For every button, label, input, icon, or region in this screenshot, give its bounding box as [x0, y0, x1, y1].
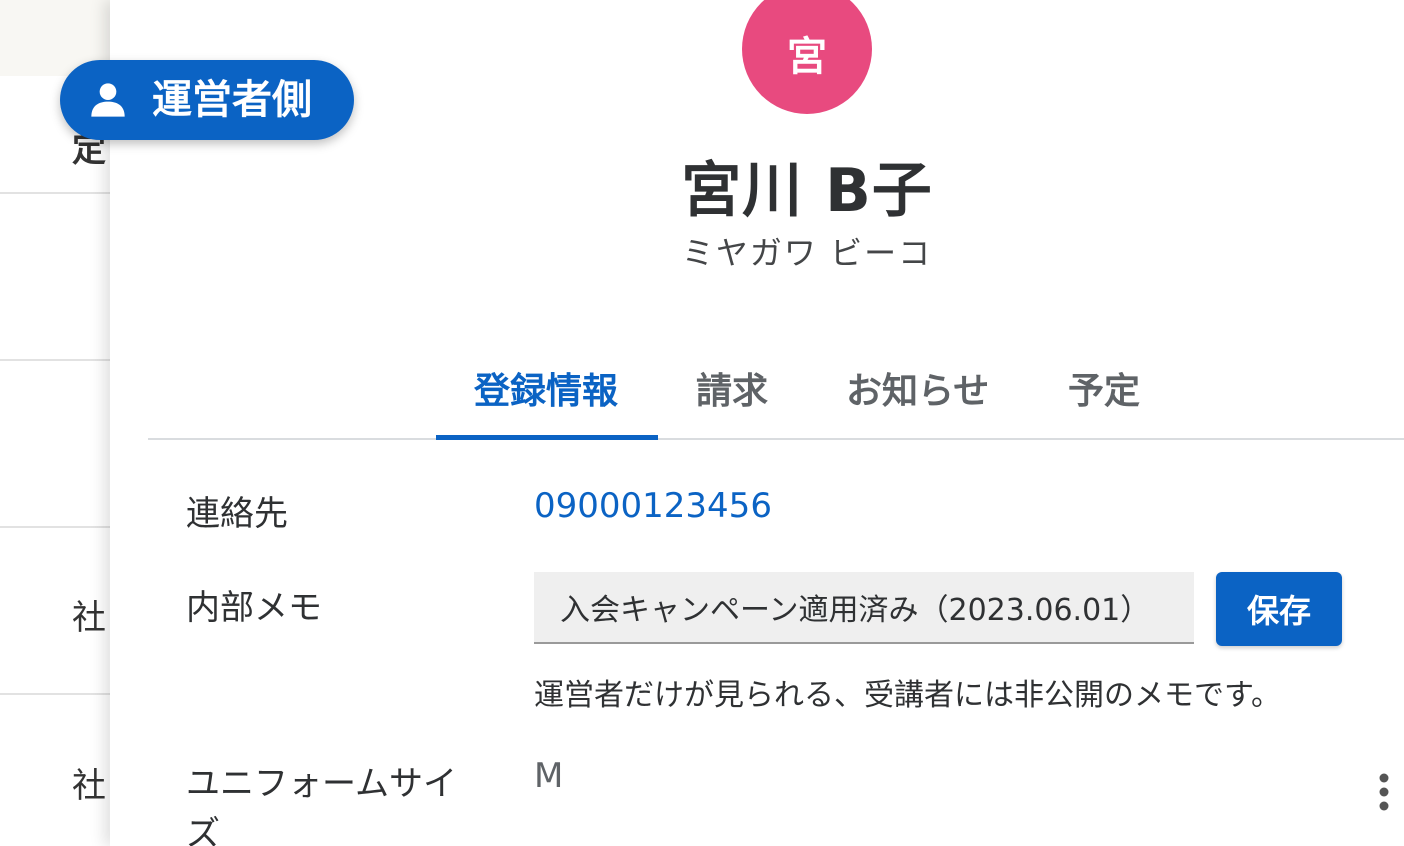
tab-schedule[interactable]: 予定	[1068, 362, 1140, 414]
background-row-text: 社	[72, 598, 106, 638]
background-divider	[0, 693, 110, 695]
background-divider	[0, 526, 110, 528]
uniform-size-value: M	[534, 756, 564, 796]
contact-phone-link[interactable]: 09000123456	[534, 486, 772, 526]
memo-label: 内部メモ	[186, 588, 322, 628]
memo-help-text: 運営者だけが見られる、受講者には非公開のメモです。	[534, 678, 1281, 713]
tabs-divider	[148, 438, 1404, 440]
save-button[interactable]: 保存	[1216, 572, 1342, 646]
background-divider	[0, 359, 110, 361]
member-name-kana: ミヤガワ ビーコ	[681, 234, 933, 272]
role-badge[interactable]: 運営者側	[60, 60, 354, 140]
tab-notices[interactable]: お知らせ	[846, 362, 989, 414]
app-root: 定 社 社 運営者側 宮 宮川 B子 ミヤガワ ビーコ 登録情報 請求 お知らせ…	[0, 0, 1404, 846]
uniform-size-label-cont: ズ	[186, 814, 220, 846]
person-icon	[91, 83, 125, 117]
role-badge-label: 運営者側	[152, 77, 312, 123]
background-row-text: 社	[72, 766, 106, 806]
background-divider	[0, 192, 110, 194]
more-vert-icon[interactable]	[1372, 772, 1396, 816]
tab-billing[interactable]: 請求	[696, 362, 768, 414]
tab-registration-info[interactable]: 登録情報	[474, 362, 618, 414]
active-tab-indicator	[436, 435, 658, 440]
uniform-size-label: ユニフォームサイ	[186, 764, 457, 804]
memo-input[interactable]	[534, 572, 1194, 644]
member-name: 宮川 B子	[681, 156, 933, 226]
contact-label: 連絡先	[186, 494, 288, 534]
